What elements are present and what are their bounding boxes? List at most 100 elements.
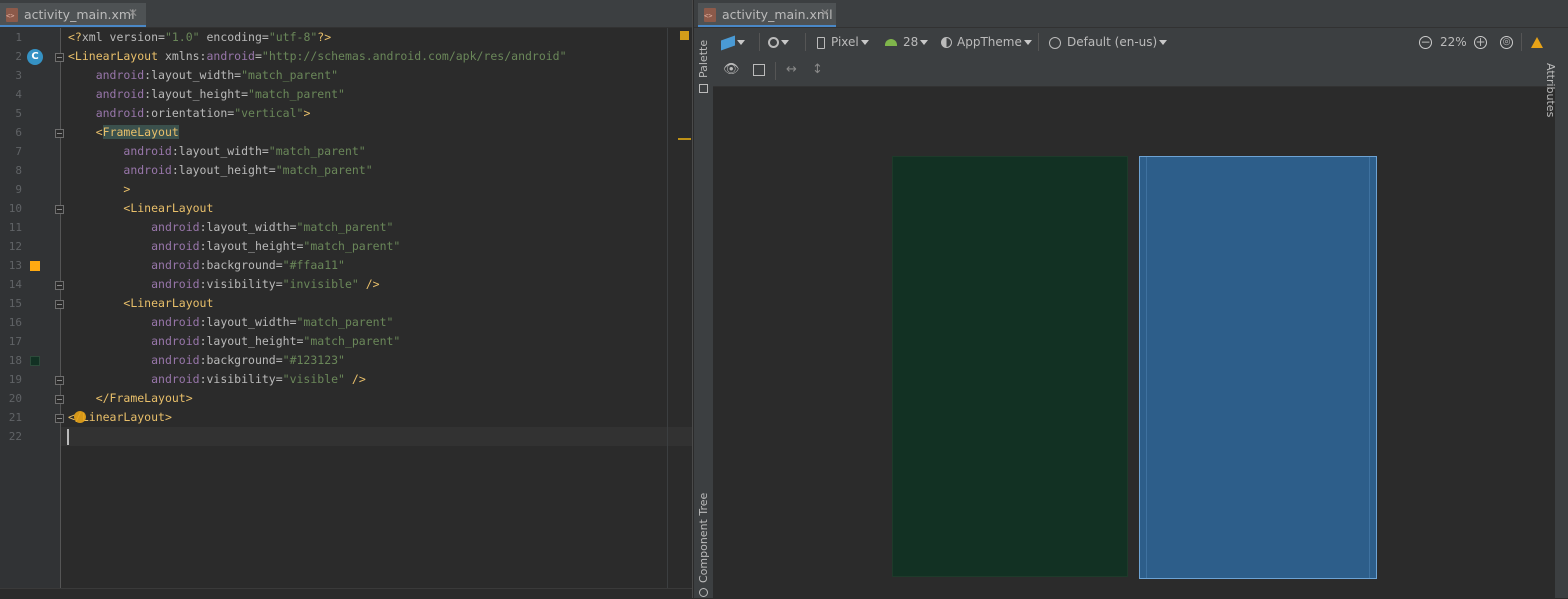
palette-label[interactable]: Palette	[697, 40, 710, 78]
lightbulb-icon[interactable]	[74, 411, 86, 423]
blueprint-preview-screen[interactable]	[1139, 156, 1377, 579]
code-line[interactable]: android:layout_width="match_parent"	[68, 218, 393, 237]
toolbar-separator	[1038, 33, 1039, 51]
code-line[interactable]: android:layout_width="match_parent"	[68, 66, 338, 85]
code-token: <LinearLayout	[123, 296, 214, 310]
warning-marker-icon[interactable]	[680, 31, 689, 40]
line-number: 16	[8, 316, 22, 329]
code-line[interactable]: <LinearLayout xmlns:android="http://sche…	[68, 47, 567, 66]
code-line[interactable]: <FrameLayout	[68, 123, 179, 142]
code-line[interactable]: android:layout_height="match_parent"	[68, 85, 345, 104]
code-token: "match_parent"	[296, 315, 394, 329]
code-line[interactable]: android:layout_height="match_parent"	[68, 332, 400, 351]
code-token: :layout_width=	[171, 144, 269, 158]
columns-icon[interactable]	[753, 64, 765, 76]
code-line[interactable]: android:background="#ffaa11"	[68, 256, 345, 275]
horizontal-scrollbar[interactable]	[0, 588, 692, 599]
attributes-label[interactable]: Attributes	[1544, 63, 1557, 117]
vertical-resize-icon[interactable]: ↕	[812, 56, 823, 84]
fold-marker-icon[interactable]	[55, 300, 64, 309]
api-level-label: 28	[903, 35, 919, 49]
fold-marker-icon[interactable]	[55, 205, 64, 214]
theme-selector[interactable]: AppTheme	[941, 28, 1032, 56]
code-line[interactable]: android:layout_width="match_parent"	[68, 142, 365, 161]
code-line[interactable]: android:layout_width="match_parent"	[68, 313, 393, 332]
component-tree-label[interactable]: Component Tree	[697, 493, 710, 583]
line-number: 13	[8, 259, 22, 272]
line-number: 12	[8, 240, 22, 253]
code-line[interactable]: android:background="#123123"	[68, 351, 345, 370]
code-token: >	[123, 182, 131, 196]
device-selector[interactable]: Pixel	[817, 28, 869, 56]
zoom-out-button[interactable]: −	[1419, 28, 1432, 56]
code-line[interactable]: <?xml version="1.0" encoding="utf-8"?>	[68, 28, 331, 47]
toolbar-separator	[759, 33, 760, 51]
orientation-button[interactable]	[768, 28, 789, 56]
line-number: 19	[8, 373, 22, 386]
horizontal-resize-icon[interactable]: ↔	[786, 56, 797, 84]
design-tab-label: activity_main.xml	[722, 7, 833, 22]
design-preview-screen[interactable]	[892, 156, 1128, 577]
code-line[interactable]: <LinearLayout	[68, 199, 213, 218]
error-stripe-marker[interactable]	[678, 138, 691, 140]
close-icon[interactable]: ✕	[820, 6, 830, 20]
code-line[interactable]: <LinearLayout	[68, 294, 213, 313]
code-line[interactable]: android:visibility="visible" />	[68, 370, 366, 389]
line-number: 2	[15, 50, 22, 63]
editor-tab-activity-main[interactable]: activity_main.xml ✕	[0, 3, 146, 27]
locale-label: Default (en-us)	[1067, 35, 1158, 49]
layers-icon	[721, 34, 735, 51]
code-token: android	[151, 258, 200, 272]
code-token: android	[151, 277, 200, 291]
code-line[interactable]: </FrameLayout>	[68, 389, 193, 408]
code-token: LinearLayout>	[81, 410, 172, 424]
code-line[interactable]: >	[68, 180, 130, 199]
design-toolbar: Pixel 28 AppTheme Default (en-us) − 22% …	[713, 28, 1568, 56]
theme-icon	[941, 37, 952, 48]
code-token: :visibility=	[199, 277, 283, 291]
theme-label: AppTheme	[957, 35, 1022, 49]
design-surface-button[interactable]	[721, 28, 745, 56]
line-number: 10	[8, 202, 22, 215]
palette-side-panel[interactable]: Palette Component Tree	[694, 28, 713, 598]
fold-marker-icon[interactable]	[55, 414, 64, 423]
code-line[interactable]: android:layout_height="match_parent"	[68, 161, 372, 180]
code-token: xml version=	[81, 30, 165, 44]
color-swatch-ffaa11[interactable]	[30, 261, 40, 271]
code-line[interactable]: android:visibility="invisible" />	[68, 275, 380, 294]
line-number: 8	[15, 164, 22, 177]
fold-marker-icon[interactable]	[55, 376, 64, 385]
design-pane: activity_main.xml ✕ Palette Component Tr…	[694, 0, 1568, 598]
fold-marker-icon[interactable]	[55, 281, 64, 290]
close-icon[interactable]: ✕	[128, 6, 138, 20]
eye-icon[interactable]: 👁	[723, 56, 740, 84]
code-token: "match_parent"	[303, 239, 401, 253]
code-token: android	[206, 49, 255, 63]
line-number: 22	[8, 430, 22, 443]
chevron-down-icon	[1023, 40, 1032, 45]
fold-marker-icon[interactable]	[55, 129, 64, 138]
issues-button[interactable]	[1531, 28, 1543, 56]
zoom-fit-button[interactable]: ◎	[1500, 28, 1513, 56]
class-marker-icon[interactable]: C	[27, 49, 43, 65]
locale-selector[interactable]: Default (en-us)	[1049, 28, 1168, 56]
code-token: "#123123"	[282, 353, 345, 367]
api-level-selector[interactable]: 28	[885, 28, 929, 56]
line-number: 6	[15, 126, 22, 139]
code-line[interactable]: android:orientation="vertical">	[68, 104, 311, 123]
line-number: 5	[15, 107, 22, 120]
fold-marker-icon[interactable]	[55, 53, 64, 62]
zoom-in-button[interactable]: +	[1474, 28, 1487, 56]
fold-marker-icon[interactable]	[55, 395, 64, 404]
code-token: "match_parent"	[241, 68, 339, 82]
code-line[interactable]: android:layout_height="match_parent"	[68, 237, 400, 256]
color-swatch-123123[interactable]	[30, 356, 40, 366]
design-tab-activity-main[interactable]: activity_main.xml ✕	[698, 3, 836, 27]
attributes-side-panel[interactable]: Attributes	[1544, 28, 1568, 598]
code-token: android	[123, 144, 172, 158]
line-number: 1	[15, 31, 22, 44]
line-number: 9	[15, 183, 22, 196]
xml-file-icon	[704, 8, 716, 22]
